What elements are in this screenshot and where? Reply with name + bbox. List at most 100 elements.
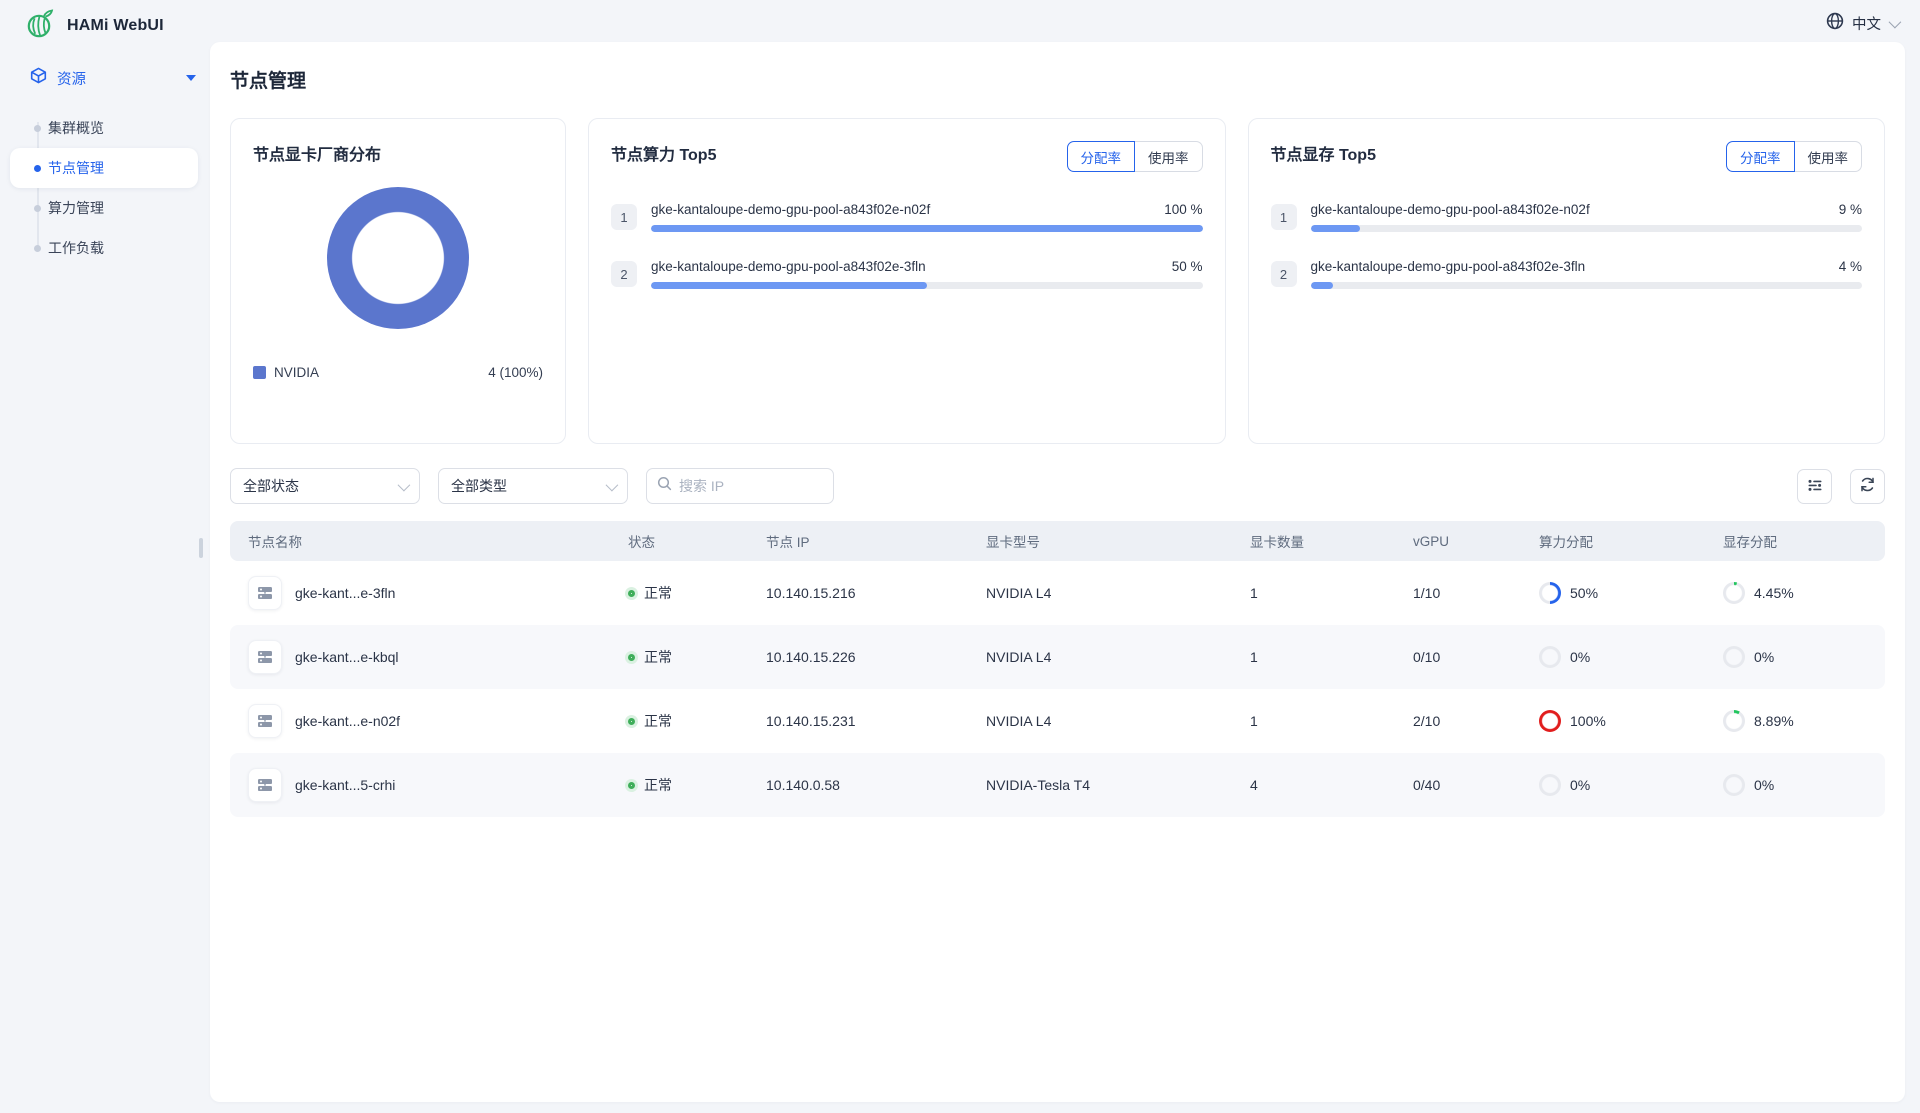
node-percent: 4 %	[1839, 259, 1862, 274]
table-row[interactable]: gke-kant...e-kbql 正常 10.140.15.226 NVIDI…	[230, 625, 1885, 689]
sidebar-item-cluster-overview[interactable]: 集群概览	[10, 108, 198, 148]
refresh-button[interactable]	[1850, 469, 1885, 504]
gpu-count: 1	[1250, 713, 1413, 729]
status-filter-select[interactable]: 全部状态	[230, 468, 420, 504]
server-icon	[248, 640, 282, 674]
caret-down-icon	[186, 75, 196, 81]
node-name: gke-kant...e-n02f	[295, 713, 400, 729]
memory-percent: 8.89%	[1754, 713, 1794, 729]
status-dot-icon	[628, 718, 635, 725]
col-header-name: 节点名称	[248, 531, 628, 551]
col-header-memory: 显存分配	[1723, 531, 1885, 551]
node-name: gke-kant...5-crhi	[295, 777, 395, 793]
gpu-model: NVIDIA-Tesla T4	[986, 777, 1250, 793]
col-header-compute: 算力分配	[1539, 531, 1723, 551]
legend-label: NVIDIA	[274, 365, 319, 380]
chevron-down-icon	[1889, 15, 1902, 28]
memory-percent: 4.45%	[1754, 585, 1794, 601]
status-label: 正常	[644, 711, 672, 731]
legend-value: 4 (100%)	[488, 365, 543, 380]
table-row[interactable]: gke-kant...e-3fln 正常 10.140.15.216 NVIDI…	[230, 561, 1885, 625]
sidebar-item-label: 工作负载	[48, 238, 104, 258]
node-name: gke-kantaloupe-demo-gpu-pool-a843f02e-n0…	[1311, 202, 1590, 217]
server-icon	[248, 704, 282, 738]
memory-percent: 0%	[1754, 777, 1774, 793]
node-ip: 10.140.0.58	[766, 777, 986, 793]
tree-dot-icon	[34, 205, 41, 212]
col-header-vgpu: vGPU	[1413, 534, 1539, 549]
column-settings-button[interactable]	[1797, 469, 1832, 504]
vgpu-ratio: 0/40	[1413, 777, 1539, 793]
status-label: 正常	[644, 583, 672, 603]
sidebar-item-workloads[interactable]: 工作负载	[10, 228, 198, 268]
main-panel: 节点管理 节点显卡厂商分布 NVIDIA 4 (100%) 节点算力 Top5 …	[210, 42, 1905, 1102]
chevron-down-icon	[606, 478, 619, 491]
language-switcher[interactable]: 中文	[1826, 8, 1898, 38]
vendor-donut-chart	[327, 187, 469, 329]
progress-fill	[651, 282, 927, 289]
status-dot-icon	[628, 782, 635, 789]
progress-fill	[1311, 282, 1333, 289]
sidebar-item-compute-management[interactable]: 算力管理	[10, 188, 198, 228]
top5-row: 2 gke-kantaloupe-demo-gpu-pool-a843f02e-…	[1271, 259, 1863, 289]
col-header-status: 状态	[628, 531, 766, 551]
nodes-table: 节点名称 状态 节点 IP 显卡型号 显卡数量 vGPU 算力分配 显存分配	[230, 521, 1885, 817]
col-header-model: 显卡型号	[986, 531, 1250, 551]
donut-legend-item: NVIDIA 4 (100%)	[253, 365, 543, 380]
compute-percent: 50%	[1570, 585, 1598, 601]
progress-track	[651, 282, 1203, 289]
allocation-rate-tab[interactable]: 分配率	[1726, 141, 1795, 172]
refresh-icon	[1859, 476, 1876, 496]
memory-ring-icon	[1723, 774, 1745, 796]
table-row[interactable]: gke-kant...5-crhi 正常 10.140.0.58 NVIDIA-…	[230, 753, 1885, 817]
rank-badge: 1	[611, 204, 637, 230]
node-name: gke-kantaloupe-demo-gpu-pool-a843f02e-n0…	[651, 202, 930, 217]
page-title: 节点管理	[230, 66, 1885, 93]
sidebar-item-node-management[interactable]: 节点管理	[10, 148, 198, 188]
status-dot-icon	[628, 654, 635, 661]
node-ip: 10.140.15.231	[766, 713, 986, 729]
sidebar-resize-handle[interactable]	[199, 538, 203, 558]
memory-ring-icon	[1723, 582, 1745, 604]
node-percent: 9 %	[1839, 202, 1862, 217]
language-label: 中文	[1852, 13, 1881, 34]
rank-badge: 1	[1271, 204, 1297, 230]
vgpu-ratio: 2/10	[1413, 713, 1539, 729]
type-filter-select[interactable]: 全部类型	[438, 468, 628, 504]
cube-icon	[30, 67, 47, 89]
sidebar-group-resources[interactable]: 资源	[0, 56, 210, 100]
node-ip: 10.140.15.216	[766, 585, 986, 601]
tree-dot-icon	[34, 245, 41, 252]
column-settings-icon	[1807, 477, 1823, 496]
usage-rate-tab[interactable]: 使用率	[1135, 141, 1203, 172]
usage-rate-tab[interactable]: 使用率	[1795, 141, 1863, 172]
chevron-down-icon	[398, 478, 411, 491]
ip-search-input[interactable]	[679, 478, 823, 494]
progress-fill	[1311, 225, 1361, 232]
gpu-count: 4	[1250, 777, 1413, 793]
node-name: gke-kant...e-kbql	[295, 649, 399, 665]
gpu-count: 1	[1250, 585, 1413, 601]
node-name: gke-kantaloupe-demo-gpu-pool-a843f02e-3f…	[1311, 259, 1586, 274]
gpu-model: NVIDIA L4	[986, 585, 1250, 601]
vendor-card-title: 节点显卡厂商分布	[253, 141, 543, 165]
node-name: gke-kantaloupe-demo-gpu-pool-a843f02e-3f…	[651, 259, 926, 274]
allocation-rate-tab[interactable]: 分配率	[1067, 141, 1136, 172]
compute-percent: 0%	[1570, 777, 1590, 793]
table-row[interactable]: gke-kant...e-n02f 正常 10.140.15.231 NVIDI…	[230, 689, 1885, 753]
node-name: gke-kant...e-3fln	[295, 585, 395, 601]
node-ip: 10.140.15.226	[766, 649, 986, 665]
legend-swatch	[253, 366, 266, 379]
app-title: HAMi WebUI	[67, 17, 164, 35]
compute-percent: 100%	[1570, 713, 1606, 729]
vendor-distribution-card: 节点显卡厂商分布 NVIDIA 4 (100%)	[230, 118, 566, 444]
search-icon	[657, 476, 672, 496]
status-label: 正常	[644, 775, 672, 795]
status-label: 正常	[644, 647, 672, 667]
col-header-count: 显卡数量	[1250, 531, 1413, 551]
compute-ring-icon	[1539, 646, 1561, 668]
memory-percent: 0%	[1754, 649, 1774, 665]
status-dot-icon	[628, 590, 635, 597]
sidebar-item-label: 节点管理	[48, 158, 104, 178]
vgpu-ratio: 0/10	[1413, 649, 1539, 665]
